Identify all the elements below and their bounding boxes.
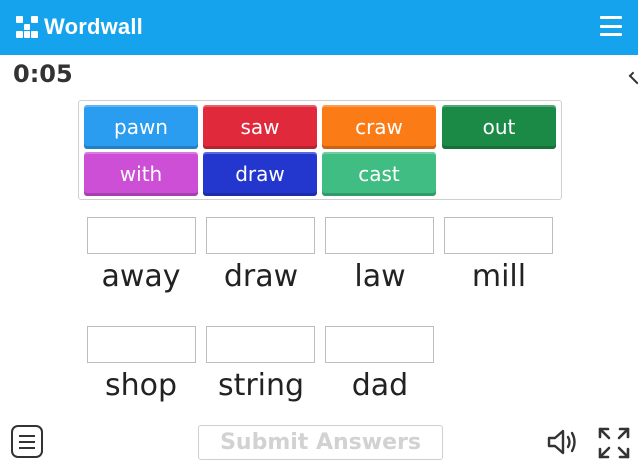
- tile-out[interactable]: out: [442, 105, 556, 149]
- speaker-icon[interactable]: [546, 427, 580, 457]
- target-word-dad: dad: [351, 368, 409, 403]
- drop-slot-dad[interactable]: [325, 326, 434, 363]
- drop-slot-string[interactable]: [206, 326, 315, 363]
- drop-slot-draw[interactable]: [206, 217, 315, 254]
- brand-name: Wordwall: [44, 14, 143, 39]
- tile-craw[interactable]: craw: [322, 105, 436, 149]
- options-menu-icon[interactable]: [11, 425, 43, 458]
- tile-cast[interactable]: cast: [322, 152, 436, 196]
- drop-slot-mill[interactable]: [444, 217, 553, 254]
- answer-tray: pawn saw craw out with draw cast: [78, 100, 562, 200]
- target-word-away: away: [101, 259, 181, 294]
- drop-slot-away[interactable]: [87, 217, 196, 254]
- target-word-shop: shop: [104, 368, 178, 403]
- tile-with[interactable]: with: [84, 152, 198, 196]
- submit-answers-button[interactable]: Submit Answers: [198, 425, 443, 460]
- drop-slot-shop[interactable]: [87, 326, 196, 363]
- fullscreen-icon[interactable]: [598, 427, 630, 459]
- tile-pawn[interactable]: pawn: [84, 105, 198, 149]
- tile-draw[interactable]: draw: [203, 152, 317, 196]
- header-bar: Wordwall: [0, 0, 638, 55]
- tile-saw[interactable]: saw: [203, 105, 317, 149]
- edge-arrow-icon: [628, 71, 638, 85]
- wordwall-logo[interactable]: Wordwall: [16, 14, 143, 40]
- hamburger-menu-icon[interactable]: [600, 16, 622, 36]
- drop-slot-law[interactable]: [325, 217, 434, 254]
- timer: 0:05: [13, 60, 73, 88]
- wordwall-logo-icon: [16, 16, 38, 38]
- target-word-mill: mill: [471, 259, 527, 294]
